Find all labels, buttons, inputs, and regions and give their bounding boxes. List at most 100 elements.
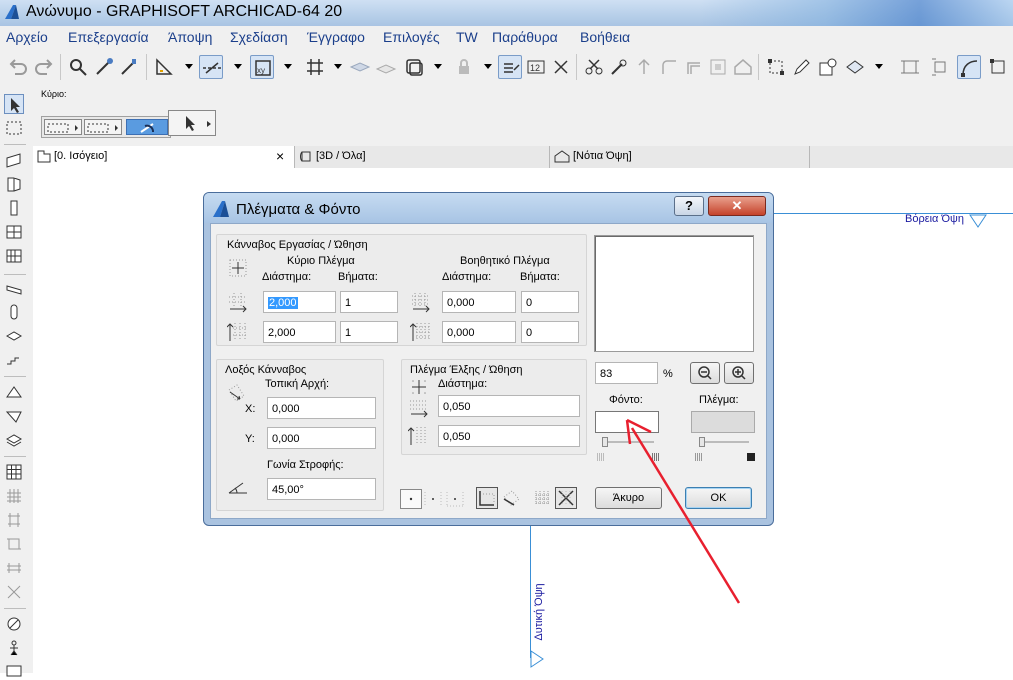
aux-y-spacing-input[interactable]: 0,000 [442,321,516,343]
undo-icon[interactable] [6,55,30,79]
structure-icon[interactable] [898,55,922,79]
snap-y-input[interactable]: 0,050 [438,425,580,447]
pointer-mode-icon[interactable] [168,110,216,136]
grid-mode-fine-dots-icon[interactable] [444,489,466,509]
grid-visible-icon[interactable] [532,487,554,509]
tab-3d-all[interactable]: [3D / Όλα] [295,146,550,168]
menu-view[interactable]: Άποψη [168,29,212,45]
background-slider-track[interactable] [602,441,654,443]
copy-settings-icon[interactable] [816,55,840,79]
menu-help[interactable]: Βοήθεια [580,29,630,45]
roof-tool-icon[interactable] [4,382,24,402]
grid-slider-track[interactable] [699,441,749,443]
mesh-tool-icon[interactable] [4,486,24,506]
fillet-icon[interactable] [657,55,681,79]
aux-x-spacing-input[interactable]: 0,000 [442,291,516,313]
main-x-spacing-input[interactable]: 2,000 [263,291,336,313]
render-icon[interactable] [843,55,867,79]
wall-tool-icon[interactable] [4,150,24,170]
dropdown-arrow-icon[interactable] [234,64,242,69]
window-tool-icon[interactable] [4,198,24,218]
dropdown-arrow-icon[interactable] [875,64,883,69]
syringe-icon[interactable] [117,55,141,79]
ok-button[interactable]: OK [685,487,752,509]
aux-x-steps-input[interactable]: 0 [521,291,579,313]
main-x-steps-input[interactable]: 1 [340,291,398,313]
fill-tool-icon[interactable] [4,614,24,634]
menu-document[interactable]: Έγγραφο [307,29,365,45]
background-color-swatch[interactable] [595,411,659,433]
zoom-in-button[interactable] [724,362,754,384]
menu-options[interactable]: Επιλογές [383,29,440,45]
slab-tool-icon[interactable] [4,326,24,346]
grid-hidden-icon[interactable] [555,487,577,509]
tab-ground-floor[interactable]: [0. Ισόγειο] × [33,146,295,168]
help-button[interactable]: ? [674,196,704,216]
select-frame-icon[interactable] [986,55,1010,79]
menu-teamwork[interactable]: TW [456,29,478,45]
zoom-out-button[interactable] [690,362,720,384]
camera-tool-icon[interactable] [4,660,24,680]
orthogonal-grid-icon[interactable] [476,487,498,509]
dropdown-arrow-icon[interactable] [484,64,492,69]
partial-element-selection-icon[interactable] [44,119,82,135]
resize-icon[interactable] [706,55,730,79]
text-tool-icon[interactable] [4,558,24,578]
dimension-icon[interactable]: 12 [524,55,548,79]
door-tool-icon[interactable] [4,174,24,194]
grid-color-swatch[interactable] [691,411,755,433]
grid-icon[interactable] [303,55,327,79]
main-y-steps-input[interactable]: 1 [340,321,398,343]
edit-pencil-icon[interactable] [790,55,814,79]
menu-edit[interactable]: Επεξεργασία [68,29,149,45]
morph-tool-icon[interactable] [4,430,24,450]
menu-file[interactable]: Αρχείο [6,29,48,45]
cross-snap-icon[interactable] [549,55,573,79]
main-y-spacing-input[interactable]: 2,000 [263,321,336,343]
dimension-tool-icon[interactable] [4,510,24,530]
trace-icon[interactable] [374,55,398,79]
redo-icon[interactable] [32,55,56,79]
tab-south-elevation[interactable]: [Νότια Όψη] [550,146,810,168]
find-select-icon[interactable] [66,55,90,79]
lock-icon[interactable] [452,55,476,79]
grid-mode-dot-icon[interactable] [400,489,422,509]
curtain-wall-icon[interactable] [4,246,24,266]
dropdown-arrow-icon[interactable] [434,64,442,69]
entire-element-selection-icon[interactable] [84,119,122,135]
origin-y-input[interactable]: 0,000 [267,427,376,449]
north-elevation-marker-icon[interactable] [969,214,987,228]
scissors-icon[interactable] [582,55,606,79]
skewed-grid-icon[interactable] [500,487,522,509]
background-slider-thumb[interactable] [602,437,608,447]
zone-grid-icon[interactable] [4,462,24,482]
beam-tool-icon[interactable] [4,279,24,299]
eyedropper-icon[interactable] [92,55,116,79]
shell-tool-icon[interactable] [4,406,24,426]
layers-icon[interactable] [348,55,372,79]
marquee-tool-icon[interactable] [4,118,24,138]
column-tool-icon[interactable] [4,302,24,322]
grid-snap-icon[interactable]: xy [250,55,274,79]
zoom-input[interactable]: 83 [595,362,658,384]
west-elevation-marker-icon[interactable] [530,650,544,668]
guide-line-icon[interactable] [152,55,176,79]
rotation-angle-input[interactable]: 45,00° [267,478,376,500]
object-tool-icon[interactable] [4,222,24,242]
arrow-tool-icon[interactable] [4,94,24,114]
offset-icon[interactable] [682,55,706,79]
label-tool-icon[interactable] [4,582,24,602]
aux-y-steps-input[interactable]: 0 [521,321,579,343]
grid-mode-dots-icon[interactable] [422,489,444,509]
grid-slider-thumb[interactable] [699,437,705,447]
level-dimension-icon[interactable] [4,534,24,554]
cancel-button[interactable]: Άκυρο [595,487,662,509]
snap-x-input[interactable]: 0,050 [438,395,580,417]
stair-tool-icon[interactable] [4,350,24,370]
view-frame-icon[interactable] [402,55,426,79]
origin-x-input[interactable]: 0,000 [267,397,376,419]
close-dialog-button[interactable]: ✕ [708,196,766,216]
close-tab-icon[interactable]: × [276,148,284,164]
dropdown-arrow-icon[interactable] [284,64,292,69]
section-icon[interactable] [928,55,952,79]
